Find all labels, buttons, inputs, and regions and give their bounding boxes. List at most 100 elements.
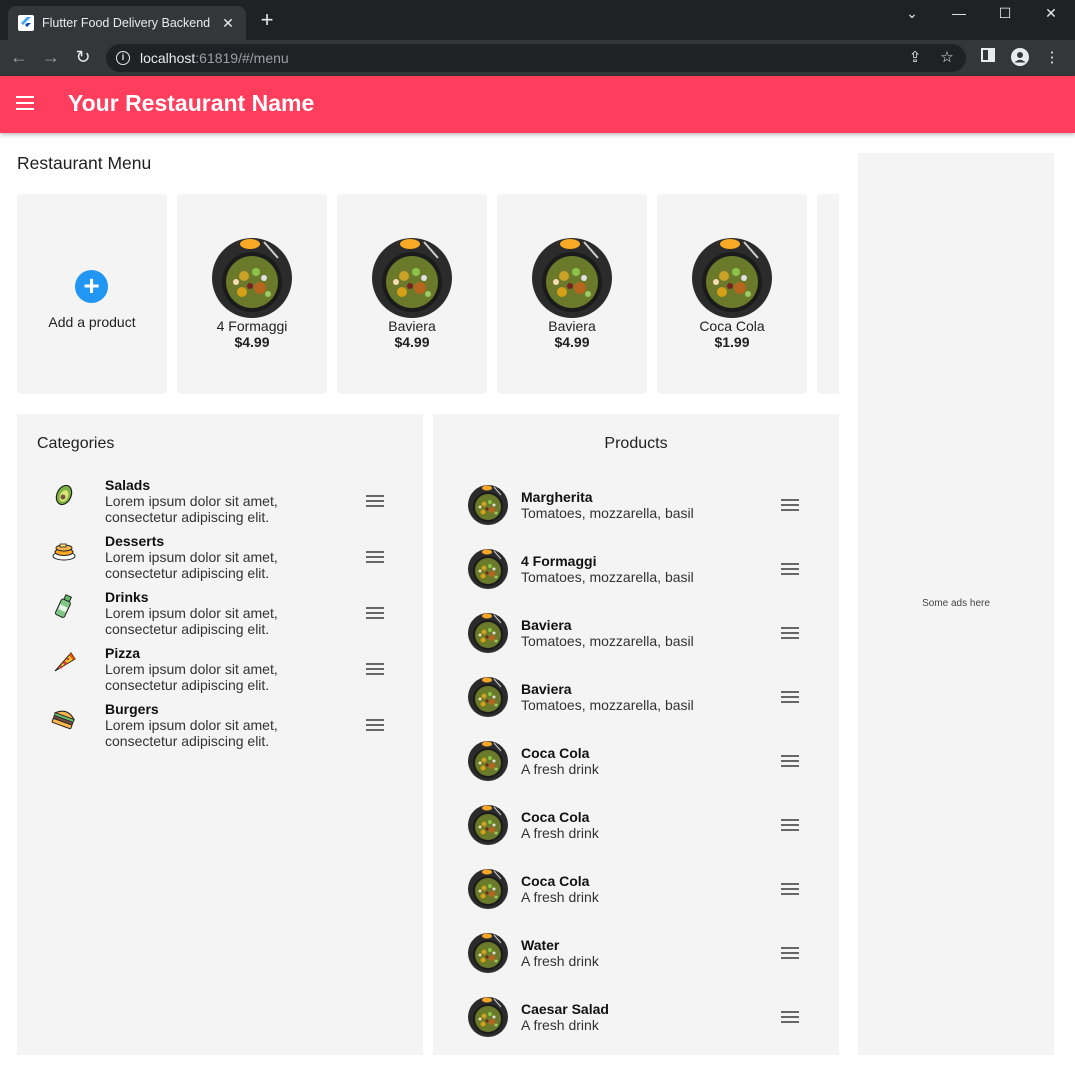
chevron-down-icon[interactable]: ⌄: [900, 4, 924, 24]
product-list-item[interactable]: Coca Cola A fresh drink: [433, 805, 839, 869]
drag-handle-icon[interactable]: [366, 719, 384, 731]
product-list-item[interactable]: Coca Cola A fresh drink: [433, 741, 839, 805]
product-name: Margherita: [521, 489, 593, 505]
food-thumbnail: [468, 741, 508, 781]
product-card[interactable]: Baviera $4.99: [497, 194, 647, 394]
product-card-name: Coca Cola: [699, 318, 765, 334]
category-desc: Lorem ipsum dolor sit amet, consectetur …: [105, 493, 278, 525]
drag-handle-icon[interactable]: [781, 947, 799, 959]
drag-handle-icon[interactable]: [781, 1011, 799, 1023]
side-panel-icon[interactable]: [978, 48, 998, 68]
category-name: Burgers: [105, 701, 159, 717]
product-card[interactable]: 4 Formaggi $4.99: [177, 194, 327, 394]
browser-tab-bar: Flutter Food Delivery Backend ✕ + ⌄ — ☐ …: [0, 0, 1075, 40]
info-icon[interactable]: i: [116, 51, 130, 65]
category-desc: Lorem ipsum dolor sit amet, consectetur …: [105, 549, 278, 581]
category-item[interactable]: Burgers Lorem ipsum dolor sit amet, cons…: [17, 701, 423, 757]
product-list-item[interactable]: Baviera Tomatoes, mozzarella, basil: [433, 677, 839, 741]
product-name: Coca Cola: [521, 745, 590, 761]
food-thumbnail: [468, 933, 508, 973]
drag-handle-icon[interactable]: [781, 627, 799, 639]
pizza-icon: [51, 649, 77, 675]
back-icon[interactable]: ←: [7, 46, 31, 70]
category-desc: Lorem ipsum dolor sit amet, consectetur …: [105, 661, 278, 693]
drag-handle-icon[interactable]: [781, 563, 799, 575]
category-item[interactable]: Desserts Lorem ipsum dolor sit amet, con…: [17, 533, 423, 589]
drag-handle-icon[interactable]: [781, 819, 799, 831]
product-list-item[interactable]: Water A fresh drink: [433, 933, 839, 997]
close-tab-icon[interactable]: ✕: [220, 15, 236, 32]
product-name: 4 Formaggi: [521, 553, 597, 569]
food-thumbnail: [468, 805, 508, 845]
product-card[interactable]: Baviera $4.99: [337, 194, 487, 394]
flutter-icon: [18, 15, 34, 31]
drag-handle-icon[interactable]: [366, 495, 384, 507]
profile-icon[interactable]: [1010, 48, 1030, 68]
product-desc: Tomatoes, mozzarella, basil: [521, 697, 694, 713]
product-list-item[interactable]: Baviera Tomatoes, mozzarella, basil: [433, 613, 839, 677]
product-desc: Tomatoes, mozzarella, basil: [521, 569, 694, 585]
ads-text: Some ads here: [922, 598, 990, 609]
app-title: Your Restaurant Name: [68, 90, 315, 116]
category-item[interactable]: Pizza Lorem ipsum dolor sit amet, consec…: [17, 645, 423, 701]
products-title: Products: [604, 435, 668, 452]
food-image: [372, 238, 452, 318]
drag-handle-icon[interactable]: [366, 607, 384, 619]
categories-title: Categories: [37, 435, 115, 452]
product-card-price: $4.99: [554, 334, 590, 350]
forward-icon[interactable]: →: [39, 46, 63, 70]
hamburger-menu-icon[interactable]: [16, 96, 34, 110]
product-list-item[interactable]: 4 Formaggi Tomatoes, mozzarella, basil: [433, 549, 839, 613]
drag-handle-icon[interactable]: [781, 499, 799, 511]
product-card-price: $4.99: [234, 334, 270, 350]
categories-panel: Categories Salads Lorem ipsum dolor sit …: [17, 414, 423, 1055]
product-name: Baviera: [521, 617, 572, 633]
product-cards-row: + Add a product 4 Formaggi $4.99 Baviera…: [17, 194, 839, 394]
product-list-item[interactable]: Coca Cola A fresh drink: [433, 869, 839, 933]
ads-panel: Some ads here: [858, 153, 1054, 1055]
product-list-item[interactable]: Caesar Salad A fresh drink: [433, 997, 839, 1061]
product-card-name: Baviera: [388, 318, 436, 334]
new-tab-icon[interactable]: +: [257, 9, 277, 31]
browser-tab[interactable]: Flutter Food Delivery Backend ✕: [8, 6, 246, 40]
drag-handle-icon[interactable]: [781, 755, 799, 767]
share-icon[interactable]: ⇪: [905, 48, 925, 66]
burger-icon: [51, 705, 77, 731]
pancakes-icon: [51, 537, 77, 563]
category-item[interactable]: Salads Lorem ipsum dolor sit amet, conse…: [17, 477, 423, 533]
food-thumbnail: [468, 869, 508, 909]
drag-handle-icon[interactable]: [366, 551, 384, 563]
category-desc: Lorem ipsum dolor sit amet, consectetur …: [105, 605, 278, 637]
food-thumbnail: [468, 997, 508, 1037]
product-desc: Tomatoes, mozzarella, basil: [521, 505, 694, 521]
drag-handle-icon[interactable]: [781, 883, 799, 895]
product-desc: A fresh drink: [521, 761, 599, 777]
drag-handle-icon[interactable]: [781, 691, 799, 703]
url-host: localhost: [140, 50, 196, 66]
product-desc: A fresh drink: [521, 1017, 599, 1033]
minimize-icon[interactable]: —: [947, 4, 971, 24]
maximize-icon[interactable]: ☐: [993, 4, 1017, 24]
drag-handle-icon[interactable]: [366, 663, 384, 675]
product-name: Baviera: [521, 681, 572, 697]
product-list-item[interactable]: Margherita Tomatoes, mozzarella, basil: [433, 485, 839, 549]
address-bar[interactable]: i localhost:61819/#/menu ⇪ ☆: [106, 44, 966, 72]
product-card[interactable]: Coca Cola $1.99: [657, 194, 807, 394]
add-circle-icon[interactable]: +: [75, 270, 108, 303]
product-card-partial[interactable]: [817, 194, 839, 394]
product-card-price: $4.99: [394, 334, 430, 350]
close-window-icon[interactable]: ✕: [1039, 4, 1063, 24]
more-icon[interactable]: ⋮: [1042, 48, 1062, 68]
category-item[interactable]: Drinks Lorem ipsum dolor sit amet, conse…: [17, 589, 423, 645]
category-name: Drinks: [105, 589, 149, 605]
add-product-label: Add a product: [48, 314, 136, 330]
star-icon[interactable]: ☆: [937, 48, 957, 66]
add-product-card[interactable]: + Add a product: [17, 194, 167, 394]
app-bar: Your Restaurant Name: [0, 76, 1075, 133]
reload-icon[interactable]: ↻: [71, 46, 95, 70]
product-name: Coca Cola: [521, 873, 590, 889]
product-desc: A fresh drink: [521, 825, 599, 841]
url-path: :61819/#/menu: [195, 50, 289, 66]
food-thumbnail: [468, 485, 508, 525]
product-card-name: Baviera: [548, 318, 596, 334]
